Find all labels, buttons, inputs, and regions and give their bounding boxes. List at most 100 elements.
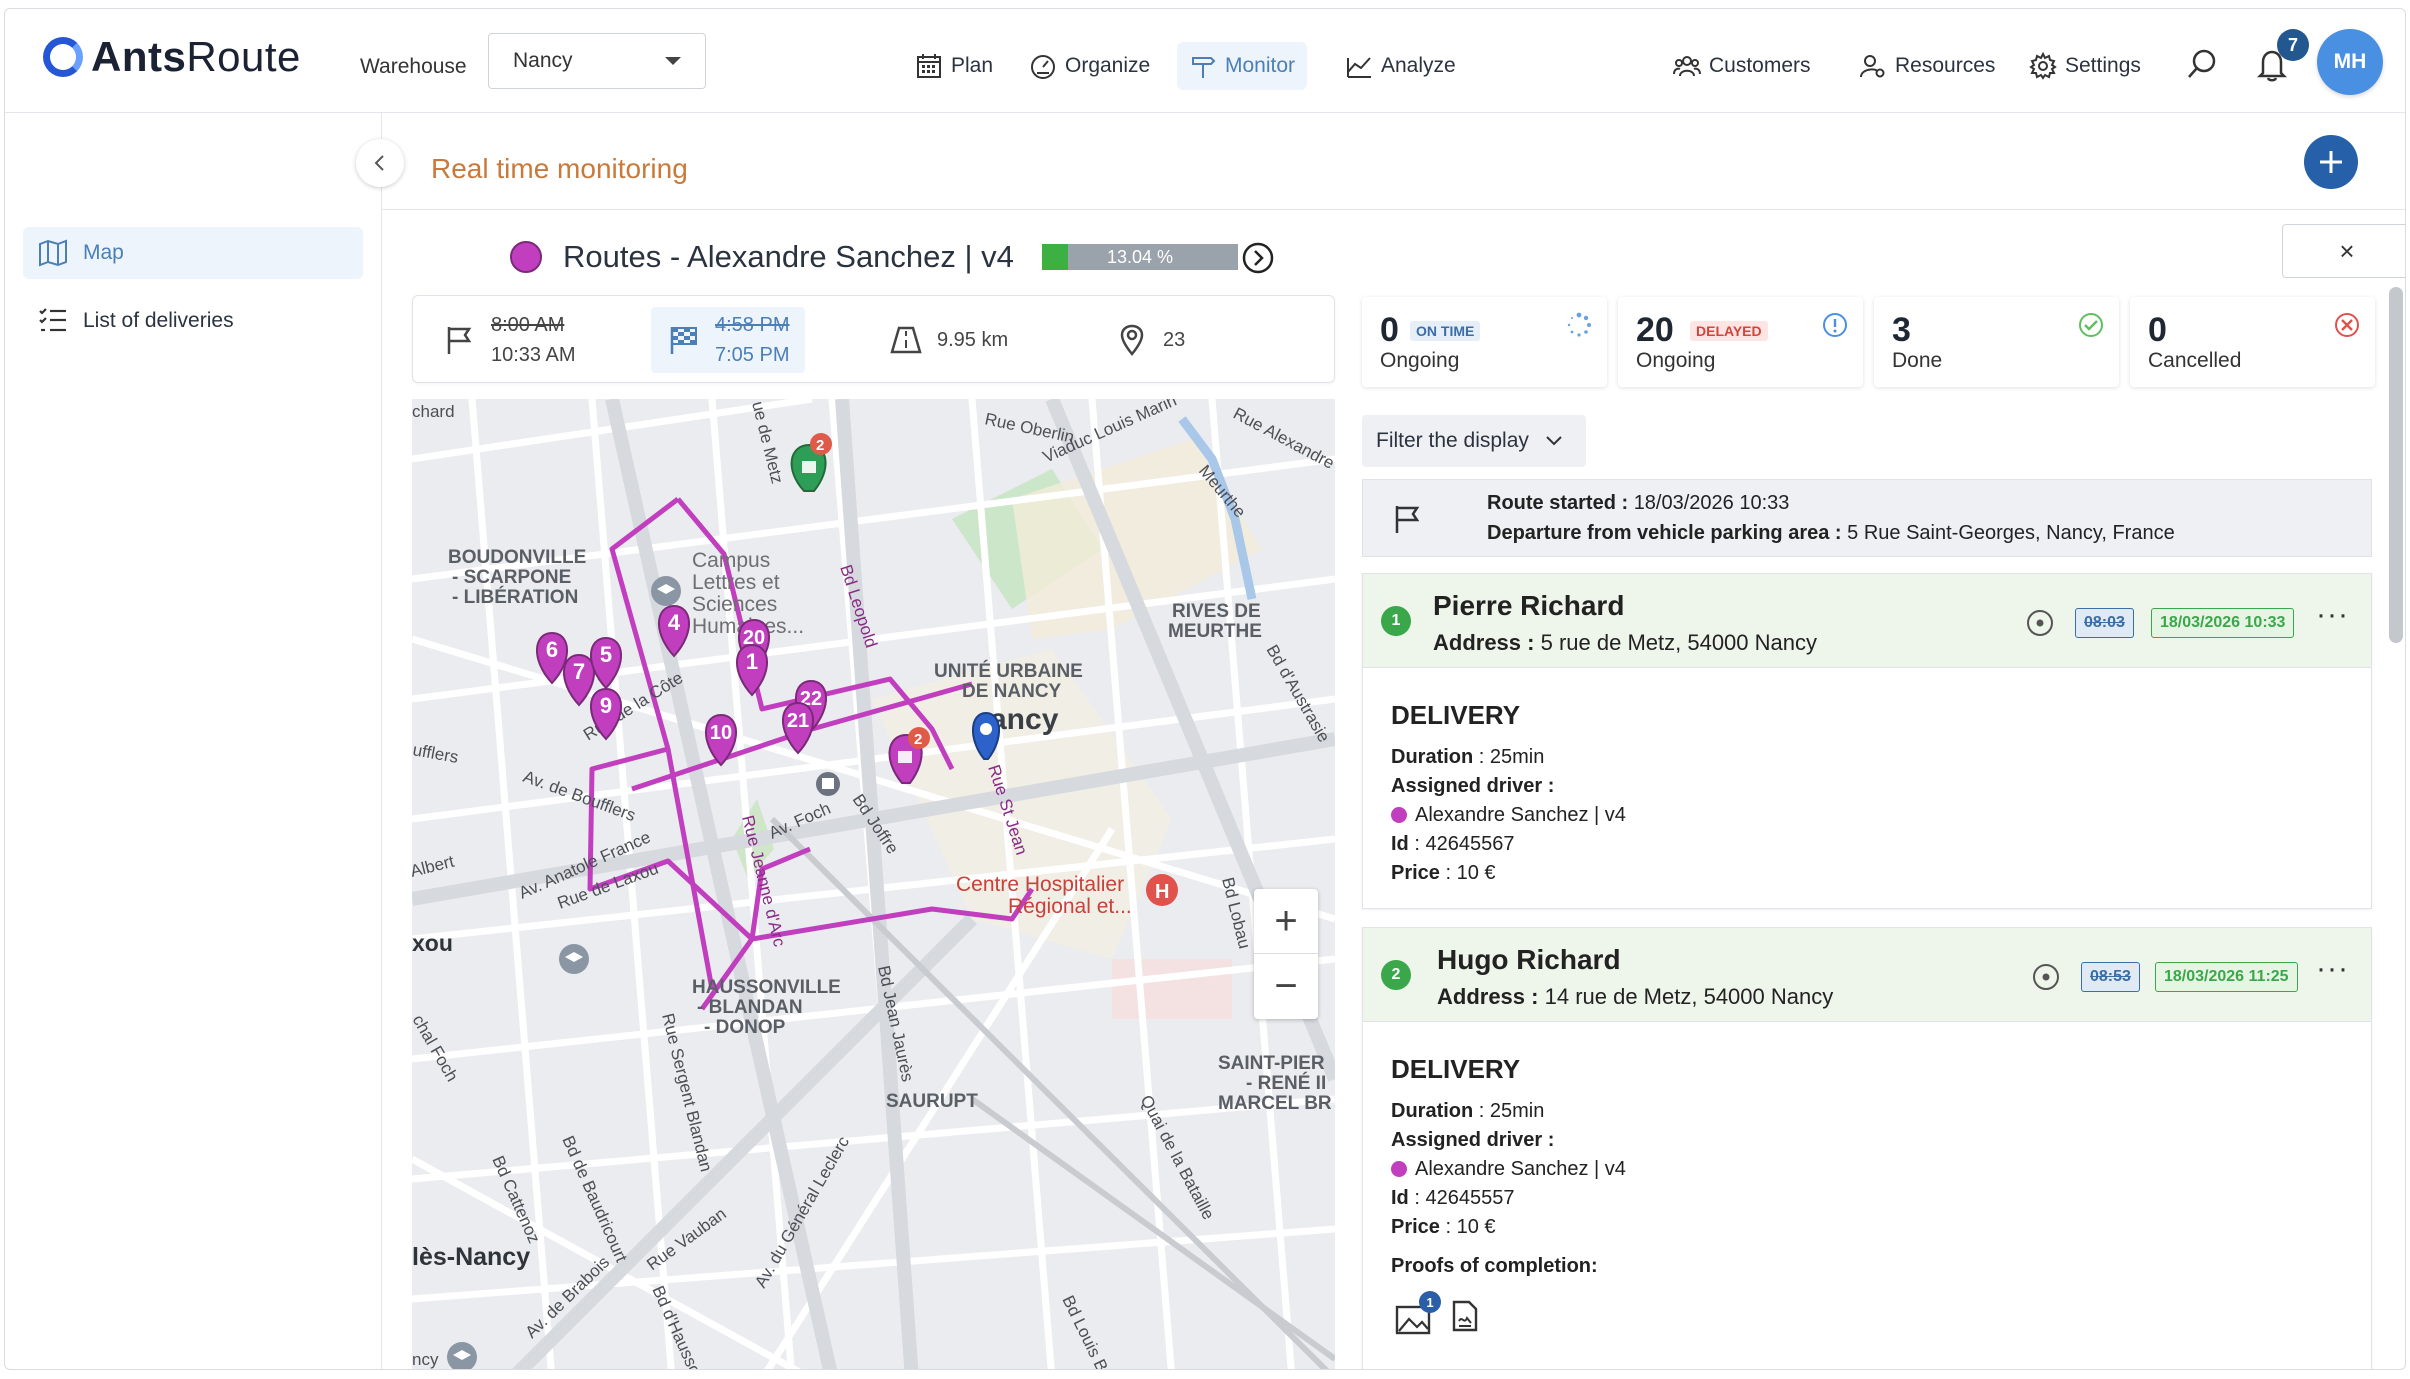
collapse-sidebar-button[interactable] <box>356 139 404 187</box>
add-button[interactable] <box>2304 135 2358 189</box>
delivery-card-header: 1 Pierre Richard Address : 5 rue de Metz… <box>1363 574 2371 668</box>
customer-address: 5 rue de Metz, 54000 Nancy <box>1540 630 1817 655</box>
delivery-card[interactable]: 2 Hugo Richard Address : 14 rue de Metz,… <box>1362 927 2372 1369</box>
list-icon <box>39 308 66 332</box>
delivery-card[interactable]: 1 Pierre Richard Address : 5 rue de Metz… <box>1362 573 2372 909</box>
warehouse-select[interactable]: Nancy <box>488 33 706 89</box>
chevron-left-icon <box>374 155 384 171</box>
delivery-id: 42645557 <box>1425 1187 1515 1209</box>
departure-label: Departure from vehicle parking area : <box>1487 522 1842 544</box>
more-options-icon[interactable]: ··· <box>2316 952 2349 986</box>
start-planned-time: 8:00 AM <box>491 314 565 336</box>
nav-settings[interactable]: Settings <box>2017 42 2153 90</box>
map-label: - SCARPONE <box>452 567 571 588</box>
user-avatar[interactable]: MH <box>2317 29 2383 95</box>
more-options-icon[interactable]: ··· <box>2316 598 2349 632</box>
sidebar-item-list-of-deliveries[interactable]: List of deliveries <box>23 295 363 347</box>
kpi-ongoing-delayed[interactable]: 20 DELAYED Ongoing <box>1618 297 1863 387</box>
delivery-details: DELIVERY Duration : 25min Assigned drive… <box>1391 700 1626 884</box>
map-label: MEURTHE <box>1168 621 1262 642</box>
map-label: xou <box>412 930 453 956</box>
location-pin-icon <box>1120 324 1144 356</box>
map-icon <box>39 239 67 267</box>
sidebar-item-deliveries-label: List of deliveries <box>83 309 234 332</box>
zoom-out-button[interactable]: − <box>1254 954 1318 1019</box>
kpi-label: Ongoing <box>1380 349 1460 372</box>
id-label: Id <box>1391 1187 1409 1209</box>
nav-organize-label: Organize <box>1065 54 1151 77</box>
driver-color-dot <box>1391 807 1407 823</box>
kpi-ongoing-on-time[interactable]: 0 ON TIME Ongoing <box>1362 297 1607 387</box>
map-label: HAUSSONVILLE <box>692 977 841 998</box>
map-label-city: ancy <box>990 703 1059 736</box>
customers-icon <box>1673 56 1701 77</box>
stat-distance: 9.95 km <box>889 296 1008 384</box>
start-actual-time: 10:33 AM <box>491 344 576 366</box>
driver-name: Alexandre Sanchez | v4 <box>1415 1158 1626 1180</box>
flag-icon <box>447 327 472 354</box>
stat-stops: 23 <box>1115 296 1185 384</box>
map-label: MARCEL BR <box>1218 1093 1332 1114</box>
nav-organize[interactable]: Organize <box>1017 42 1162 90</box>
kpi-label: Ongoing <box>1636 349 1716 372</box>
next-route-icon[interactable] <box>1242 242 1274 274</box>
route-map[interactable]: BOUDONVILLE - SCARPONE - LIBÉRATION RIVE… <box>412 399 1335 1369</box>
delivery-price: 10 € <box>1456 1216 1496 1238</box>
map-label: - BLANDAN <box>697 997 803 1018</box>
map-label: DE NANCY <box>962 681 1062 702</box>
kpi-value: 3 <box>1892 311 1911 349</box>
antsroute-logo[interactable]: AntsRoute <box>43 33 301 81</box>
nav-plan[interactable]: Plan <box>903 42 1005 90</box>
stop-marker-label: 7 <box>573 659 585 684</box>
locate-icon[interactable] <box>2031 962 2061 992</box>
map-label-hospital: Centre Hospitalier <box>956 873 1124 896</box>
details-scrollbar[interactable] <box>2389 287 2403 643</box>
gauge-icon <box>1031 55 1055 79</box>
stop-number-badge: 1 <box>1381 606 1411 636</box>
close-route-button[interactable]: × <box>2282 224 2405 278</box>
kpi-label: Done <box>1892 349 1943 372</box>
stop-marker-label: 21 <box>787 710 809 732</box>
calendar-icon <box>917 54 941 78</box>
zoom-in-button[interactable]: + <box>1254 889 1318 954</box>
bus-poi-icon <box>816 772 840 796</box>
sidebar-item-map-label: Map <box>83 241 124 264</box>
kpi-done[interactable]: 3 Done <box>1874 297 2119 387</box>
stop-marker-label: 6 <box>546 637 558 662</box>
hospital-glyph: H <box>1155 881 1169 903</box>
nav-customers[interactable]: Customers <box>1661 42 1823 90</box>
checkered-flag-icon <box>670 327 697 354</box>
info-icon <box>1823 313 1847 337</box>
cluster-badge: 2 <box>914 731 922 748</box>
brand-name-bold: Ants <box>91 33 187 80</box>
sidebar: Map List of deliveries <box>5 113 382 1369</box>
notification-count-badge: 7 <box>2277 29 2309 61</box>
sidebar-item-map[interactable]: Map <box>23 227 363 279</box>
stat-start-time: 8:00 AM 10:33 AM <box>443 296 576 384</box>
filter-display-dropdown[interactable]: Filter the display <box>1362 415 1586 467</box>
map-label: Sciences <box>692 593 777 616</box>
end-actual-time: 7:05 PM <box>715 344 790 366</box>
duration-value: 25min <box>1489 746 1545 768</box>
signature-document-icon[interactable] <box>1451 1299 1479 1333</box>
nav-monitor[interactable]: Monitor <box>1177 42 1308 90</box>
app-frame: AntsRoute Warehouse Nancy Plan Organize … <box>4 8 2406 1370</box>
driver-color-dot <box>1391 1161 1407 1177</box>
route-started-value: 18/03/2026 10:33 <box>1633 492 1790 514</box>
stop-number-badge: 2 <box>1381 960 1411 990</box>
locate-icon[interactable] <box>2025 608 2055 638</box>
actual-time-badge: 18/03/2026 11:25 <box>2155 962 2298 992</box>
check-circle-icon <box>2079 313 2103 337</box>
nav-analyze[interactable]: Analyze <box>1333 42 1468 90</box>
kpi-cancelled[interactable]: 0 Cancelled <box>2130 297 2375 387</box>
kpi-value: 20 <box>1636 311 1674 349</box>
driver-label: Assigned driver : <box>1391 1129 1555 1151</box>
distance-value: 9.95 km <box>937 328 1009 351</box>
warehouse-label: Warehouse <box>360 55 467 78</box>
route-title: Routes - Alexandre Sanchez | v4 <box>563 239 1014 274</box>
search-icon[interactable] <box>2185 47 2219 81</box>
nav-resources[interactable]: Resources <box>1847 42 2007 90</box>
map-zoom-controls: + − <box>1254 889 1318 1019</box>
brand-name-rest: Route <box>186 33 301 80</box>
duration-label: Duration <box>1391 746 1474 768</box>
